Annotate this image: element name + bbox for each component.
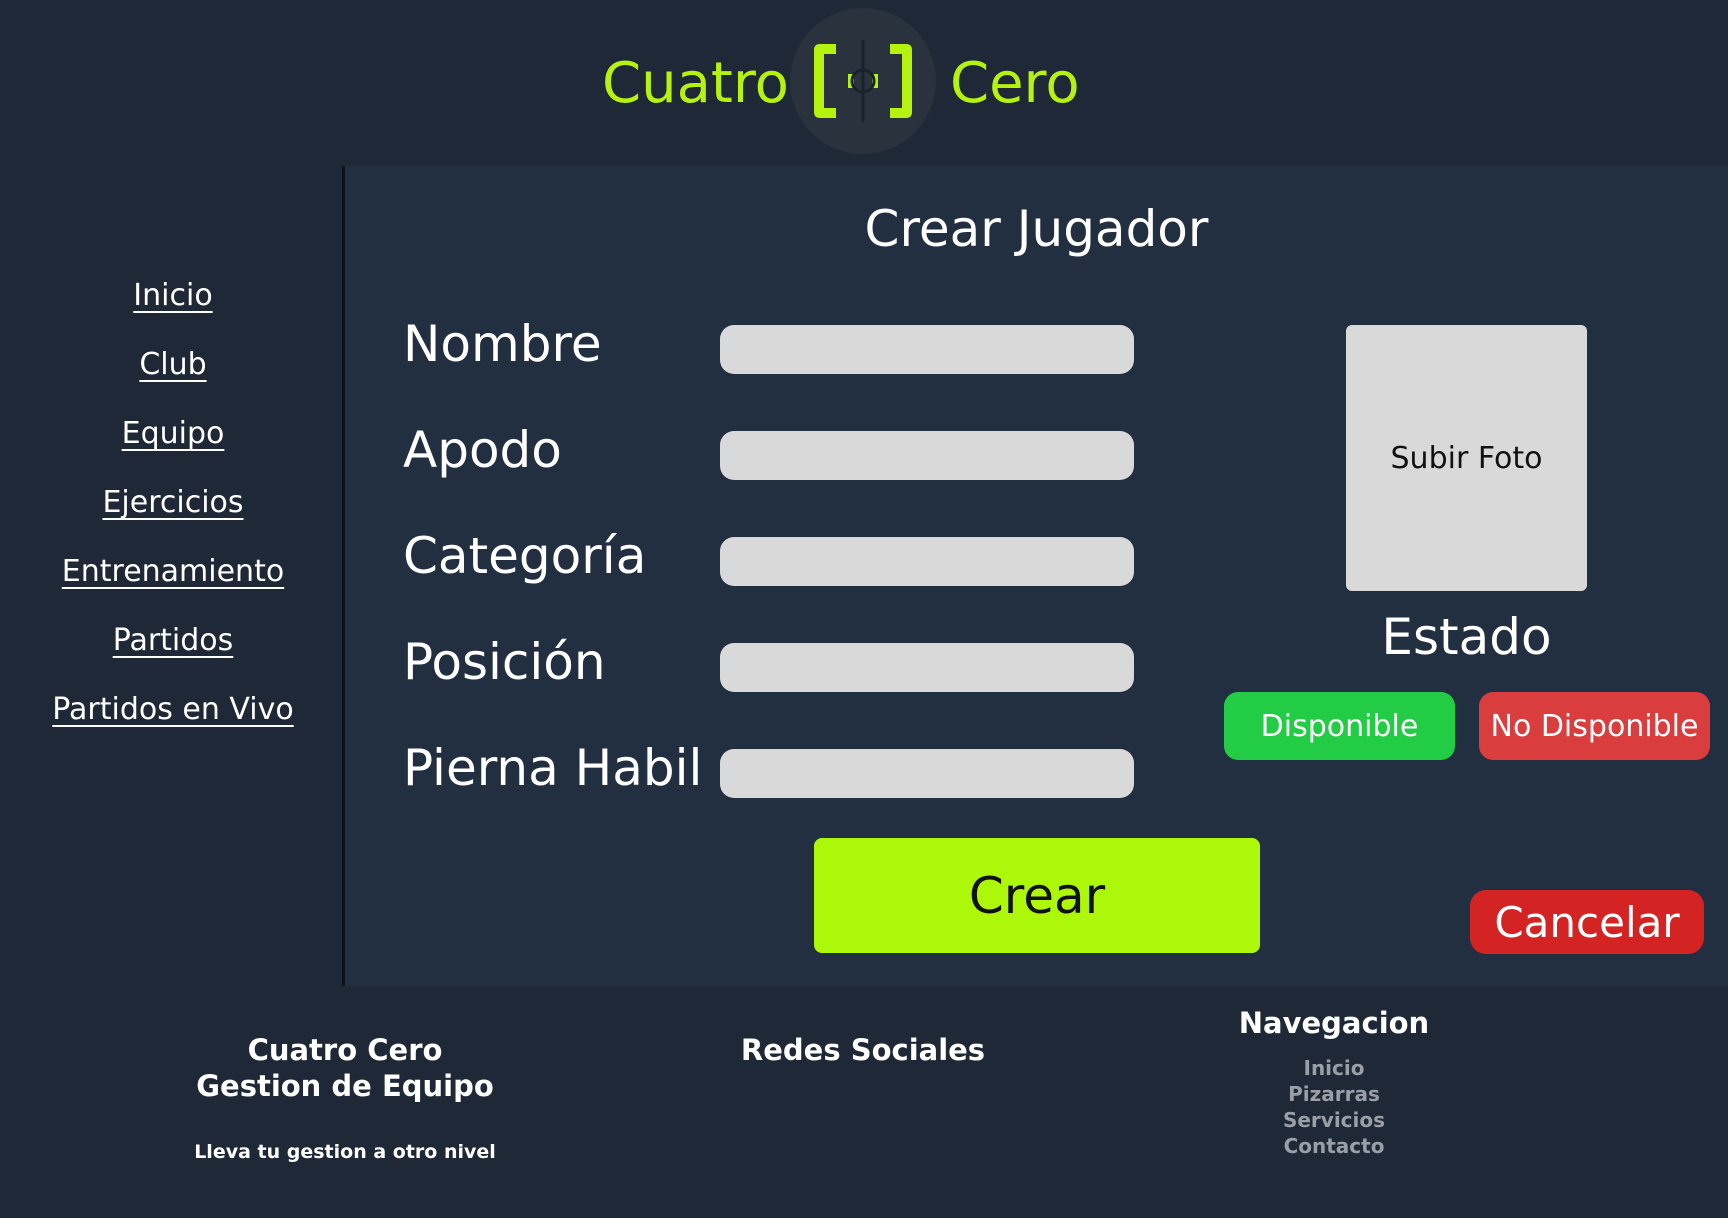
estado-label: Estado: [1381, 608, 1552, 666]
sidebar-item-partidos[interactable]: Partidos: [0, 621, 346, 661]
bracket-logo-icon[interactable]: [790, 8, 936, 154]
footer-nav-inicio[interactable]: Inicio: [1234, 1055, 1434, 1081]
pierna-habil-label: Pierna Habil: [403, 739, 703, 797]
page-title: Crear Jugador: [864, 200, 1209, 258]
brand-right-text: Cero: [950, 51, 1080, 116]
sidebar-item-ejercicios[interactable]: Ejercicios: [0, 483, 346, 523]
sidebar-item-entrenamiento[interactable]: Entrenamiento: [0, 552, 346, 592]
no-disponible-label: No Disponible: [1490, 708, 1699, 744]
upload-photo-label: Subir Foto: [1390, 440, 1543, 476]
footer-social-title: Redes Sociales: [740, 1033, 986, 1067]
cancel-button[interactable]: Cancelar: [1470, 890, 1704, 954]
nombre-field[interactable]: [720, 325, 1134, 374]
categoria-label: Categoría: [403, 527, 647, 585]
disponible-button[interactable]: Disponible: [1224, 692, 1455, 760]
disponible-label: Disponible: [1260, 708, 1419, 744]
sidebar-item-inicio[interactable]: Inicio: [0, 276, 346, 316]
footer-brand: Cuatro Cero Gestion de Equipo: [185, 1032, 505, 1104]
no-disponible-button[interactable]: No Disponible: [1479, 692, 1710, 760]
footer-brand-line1: Cuatro Cero: [247, 1033, 443, 1067]
footer-nav-title: Navegacion: [1238, 1006, 1430, 1040]
footer-tagline: Lleva tu gestion a otro nivel: [194, 1141, 496, 1163]
pierna-habil-field[interactable]: [720, 749, 1134, 798]
footer-nav-pizarras[interactable]: Pizarras: [1234, 1081, 1434, 1107]
brand-left-text: Cuatro: [602, 51, 789, 116]
create-player-panel: Crear Jugador Nombre Apodo Categoría Pos…: [345, 166, 1728, 986]
sidebar-item-partidos-en-vivo[interactable]: Partidos en Vivo: [0, 690, 346, 730]
sidebar-item-equipo[interactable]: Equipo: [0, 414, 346, 454]
posicion-label: Posición: [403, 633, 606, 691]
nombre-label: Nombre: [403, 315, 602, 373]
posicion-field[interactable]: [720, 643, 1134, 692]
footer-brand-line2: Gestion de Equipo: [196, 1069, 494, 1103]
cancel-label: Cancelar: [1494, 897, 1680, 947]
apodo-label: Apodo: [403, 421, 562, 479]
footer-nav-servicios[interactable]: Servicios: [1234, 1107, 1434, 1133]
sidebar-item-club[interactable]: Club: [0, 345, 346, 385]
create-label: Crear: [968, 866, 1106, 925]
footer-nav-contacto[interactable]: Contacto: [1234, 1133, 1434, 1159]
categoria-field[interactable]: [720, 537, 1134, 586]
sidebar: Inicio Club Equipo Ejercicios Entrenamie…: [0, 166, 342, 986]
create-button[interactable]: Crear: [814, 838, 1260, 953]
apodo-field[interactable]: [720, 431, 1134, 480]
upload-photo-button[interactable]: Subir Foto: [1346, 325, 1587, 591]
